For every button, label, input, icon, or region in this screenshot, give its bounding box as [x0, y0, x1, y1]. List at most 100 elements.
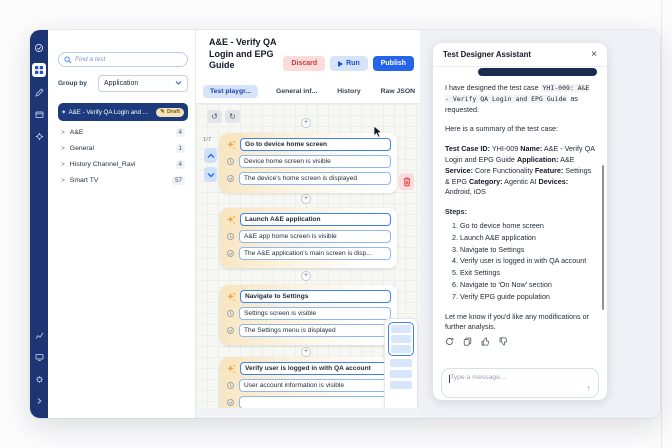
- tree-group-smart-tv[interactable]: > Smart TV 57: [58, 172, 188, 188]
- tree-group-general[interactable]: > General 1: [58, 140, 188, 156]
- sparkle-icon: [227, 215, 236, 224]
- sparkle-icon: [227, 140, 236, 149]
- search-input[interactable]: [75, 56, 182, 63]
- thumbs-up-icon[interactable]: [481, 337, 490, 350]
- group-by-value: Application: [104, 80, 139, 87]
- delete-step-button[interactable]: [399, 173, 414, 190]
- message-input-box[interactable]: ↑: [441, 368, 599, 398]
- add-step-button[interactable]: +: [301, 271, 311, 281]
- tests-panel: Group by Application ◆ A&E - Verify QA L…: [48, 30, 196, 418]
- pencil-badge-icon: ✎: [160, 109, 165, 115]
- group-by-select[interactable]: Application: [98, 75, 188, 92]
- chevron-right-icon: >: [61, 176, 65, 184]
- tree-group-a-e[interactable]: > A&E 4: [58, 124, 188, 140]
- dashboard-icon[interactable]: [32, 63, 46, 77]
- package-icon[interactable]: [32, 107, 46, 121]
- step-expected-input[interactable]: [239, 247, 391, 260]
- assistant-panel: Test Designer Assistant × I have designe…: [433, 43, 607, 400]
- step-expected-input[interactable]: [239, 324, 391, 337]
- step-condition-input[interactable]: [239, 230, 391, 243]
- copy-icon[interactable]: [463, 337, 472, 350]
- user-message-bubble: [478, 68, 597, 76]
- scroll-up-button[interactable]: [204, 148, 217, 163]
- chevron-up-icon: [207, 153, 214, 158]
- steps-canvas: ↺ ↻ 1/7 + Go to device home screen Devic…: [196, 104, 420, 408]
- assistant-outro: Let me know if you'd like any modificati…: [445, 311, 589, 332]
- settings-icon[interactable]: [32, 129, 46, 143]
- add-step-button[interactable]: +: [301, 194, 311, 204]
- add-step-button[interactable]: +: [301, 118, 311, 128]
- step-card-2[interactable]: [220, 208, 397, 268]
- summary-label: Application:: [516, 154, 559, 164]
- close-icon[interactable]: ×: [591, 49, 597, 60]
- discard-button[interactable]: Discard: [283, 56, 326, 71]
- analytics-icon[interactable]: [32, 328, 46, 342]
- thumbs-down-icon[interactable]: [499, 337, 508, 350]
- regenerate-icon[interactable]: [445, 337, 454, 350]
- editor-tabs: Test playgr... General inf... History Ra…: [203, 85, 417, 98]
- chevron-right-icon: >: [61, 144, 65, 152]
- search-box[interactable]: [58, 52, 188, 67]
- summary-label: Category:: [468, 176, 503, 186]
- trash-icon: [403, 177, 410, 186]
- tab-raw-json[interactable]: Raw JSON: [379, 85, 417, 98]
- step-action-input[interactable]: [240, 213, 391, 226]
- tab-test-playground[interactable]: Test playgr...: [203, 85, 259, 98]
- chevron-right-icon: >: [61, 128, 65, 136]
- test-title: A&E - Verify QA Login and EPG Guide: [209, 37, 277, 71]
- group-count-badge: 57: [172, 175, 185, 185]
- tree-group-history-channel[interactable]: > History Channel_Ravi 4: [58, 156, 188, 172]
- step-item: Navigate to Settings: [460, 245, 595, 256]
- message-input[interactable]: [450, 374, 580, 381]
- step-card-4[interactable]: [220, 357, 397, 408]
- summary-value: Core Functionality: [474, 165, 533, 175]
- check-circle-icon: [227, 399, 234, 406]
- group-label: Smart TV: [69, 176, 99, 184]
- undo-button[interactable]: ↺: [207, 110, 222, 123]
- steps-list: Go to device home screen Launch A&E appl…: [445, 221, 595, 303]
- scroll-down-button[interactable]: [204, 167, 217, 182]
- tab-general-info[interactable]: General inf...: [274, 85, 319, 98]
- minimap-viewport[interactable]: [388, 322, 414, 356]
- run-label: Run: [346, 60, 360, 67]
- assistant-header: Test Designer Assistant ×: [433, 43, 607, 67]
- chevron-down-icon: [207, 172, 214, 177]
- step-condition-input[interactable]: [239, 155, 391, 168]
- pencil-icon[interactable]: [32, 85, 46, 99]
- app-window: Group by Application ◆ A&E - Verify QA L…: [30, 30, 660, 418]
- preferences-icon[interactable]: [32, 372, 46, 386]
- assistant-intro: I have designed the test case YHI-009: A…: [445, 83, 595, 115]
- add-step-button[interactable]: +: [301, 347, 311, 357]
- minimap-card: [390, 370, 412, 378]
- group-by-row: Group by Application: [58, 75, 188, 92]
- send-icon[interactable]: ↑: [587, 384, 592, 393]
- step-card-1[interactable]: [220, 133, 397, 193]
- summary-heading: Here is a summary of the test case:: [445, 124, 559, 134]
- step-condition-input[interactable]: [239, 307, 391, 320]
- publish-button[interactable]: Publish: [372, 56, 414, 71]
- condition-icon: [227, 310, 234, 317]
- selected-test-item[interactable]: ◆ A&E - Verify QA Login and ... ✎ Draft: [58, 103, 188, 121]
- devices-icon[interactable]: [32, 350, 46, 364]
- canvas-minimap[interactable]: [384, 318, 418, 408]
- run-button[interactable]: Run: [330, 56, 368, 71]
- step-card-3[interactable]: [220, 285, 397, 345]
- tab-history[interactable]: History: [335, 85, 362, 98]
- chat-scrollbar[interactable]: [602, 165, 604, 310]
- step-action-input[interactable]: [240, 290, 391, 303]
- group-by-label: Group by: [58, 80, 87, 87]
- collapse-arrow-icon[interactable]: [32, 394, 46, 408]
- step-action-input[interactable]: [240, 362, 391, 375]
- group-label: A&E: [69, 128, 84, 136]
- step-action-input[interactable]: [240, 138, 391, 151]
- step-expected-input[interactable]: [239, 172, 391, 185]
- intro-text: I have designed the test case: [445, 83, 539, 92]
- step-expected-input[interactable]: [239, 396, 391, 408]
- test-editor-panel: A&E - Verify QA Login and EPG Guide Disc…: [196, 30, 420, 418]
- redo-button[interactable]: ↻: [225, 110, 240, 123]
- summary-label: Test Case ID:: [445, 144, 491, 154]
- search-icon: [64, 51, 72, 69]
- step-condition-input[interactable]: [239, 379, 391, 392]
- minimap-card: [391, 345, 411, 353]
- condition-icon: [227, 233, 234, 240]
